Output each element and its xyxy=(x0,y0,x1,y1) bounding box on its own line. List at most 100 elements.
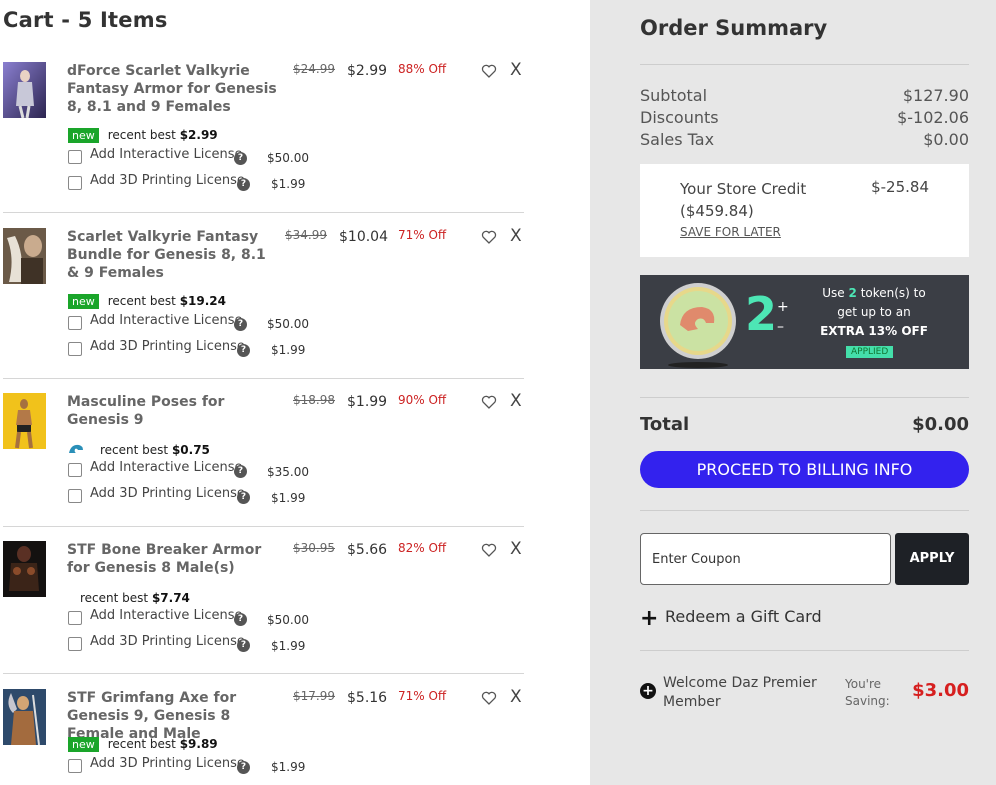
product-thumbnail[interactable] xyxy=(3,62,46,118)
premier-member-label[interactable]: Welcome Daz Premier Member xyxy=(663,674,823,712)
recent-best: new recent best $2.99 xyxy=(68,128,218,143)
item-divider xyxy=(3,673,524,674)
cart-panel: Cart - 5 Items dForce Scarlet Valkyrie F… xyxy=(0,0,590,785)
recent-best-price: $2.99 xyxy=(179,128,218,142)
option-price: $35.00 xyxy=(267,465,309,479)
divider xyxy=(640,510,969,511)
sales-tax-row: Sales Tax $0.00 xyxy=(640,130,969,149)
remove-item-button[interactable]: X xyxy=(510,226,522,246)
printing-license-checkbox[interactable] xyxy=(68,342,82,356)
product-thumbnail[interactable] xyxy=(3,541,46,597)
printing-license-checkbox[interactable] xyxy=(68,759,82,773)
cart-item: dForce Scarlet Valkyrie Fantasy Armor fo… xyxy=(3,60,524,202)
option-label: Add Interactive License xyxy=(90,608,243,623)
help-icon[interactable]: ? xyxy=(237,639,250,652)
discounts-value: $-102.06 xyxy=(897,108,969,127)
coupon-input[interactable] xyxy=(640,533,891,585)
option-price: $50.00 xyxy=(267,317,309,331)
token-promo-banner: 2 + – Use 2 token(s) to get up to an EXT… xyxy=(640,275,969,369)
interactive-license-checkbox[interactable] xyxy=(68,611,82,625)
help-icon[interactable]: ? xyxy=(237,344,250,357)
option-price: $1.99 xyxy=(271,343,306,357)
original-price: $30.95 xyxy=(293,541,335,555)
product-name[interactable]: Scarlet Valkyrie Fantasy Bundle for Gene… xyxy=(67,228,279,282)
order-summary-title: Order Summary xyxy=(640,16,828,40)
option-label: Add 3D Printing License xyxy=(90,173,245,188)
cart-item: STF Grimfang Axe for Genesis 9, Genesis … xyxy=(3,687,524,785)
saving-amount: $3.00 xyxy=(912,680,969,701)
redeem-gift-card-link[interactable]: + Redeem a Gift Card xyxy=(640,606,822,631)
sale-price: $1.99 xyxy=(347,394,388,410)
help-icon[interactable]: ? xyxy=(234,613,247,626)
product-name[interactable]: dForce Scarlet Valkyrie Fantasy Armor fo… xyxy=(67,62,279,116)
product-name[interactable]: STF Bone Breaker Armor for Genesis 8 Mal… xyxy=(67,541,279,577)
interactive-license-checkbox[interactable] xyxy=(68,150,82,164)
printing-license-checkbox[interactable] xyxy=(68,637,82,651)
option-price: $1.99 xyxy=(271,639,306,653)
token-decrease-button[interactable]: – xyxy=(777,319,784,335)
token-description: Use 2 token(s) to get up to an EXTRA 13%… xyxy=(820,286,928,338)
product-thumbnail[interactable] xyxy=(3,228,46,284)
expand-plus-circle-icon[interactable]: + xyxy=(640,683,656,699)
printing-license-checkbox[interactable] xyxy=(68,489,82,503)
option-label: Add Interactive License xyxy=(90,147,243,162)
divider xyxy=(640,650,969,651)
discounts-row: Discounts $-102.06 xyxy=(640,108,969,127)
product-thumbnail[interactable] xyxy=(3,393,46,449)
original-price: $34.99 xyxy=(285,228,327,242)
remove-item-button[interactable]: X xyxy=(510,60,522,80)
option-price: $50.00 xyxy=(267,613,309,627)
option-label: Add Interactive License xyxy=(90,313,243,328)
divider xyxy=(640,64,969,65)
item-divider xyxy=(3,378,524,379)
help-icon[interactable]: ? xyxy=(234,465,247,478)
store-credit-value: $-25.84 xyxy=(871,178,929,196)
discount-percent: 88% Off xyxy=(398,62,447,76)
token-increase-button[interactable]: + xyxy=(777,299,789,315)
saving-label: You're Saving: xyxy=(845,677,890,708)
new-badge: new xyxy=(68,737,99,752)
proceed-to-billing-button[interactable]: PROCEED TO BILLING INFO xyxy=(640,451,969,488)
new-badge: new xyxy=(68,294,99,309)
product-thumbnail[interactable] xyxy=(3,689,46,745)
recent-best: new recent best $9.89 xyxy=(68,737,218,752)
product-name[interactable]: STF Grimfang Axe for Genesis 9, Genesis … xyxy=(67,689,279,743)
help-icon[interactable]: ? xyxy=(237,761,250,774)
interactive-license-checkbox[interactable] xyxy=(68,316,82,330)
subtotal-row: Subtotal $127.90 xyxy=(640,86,969,105)
order-summary-panel: Order Summary Subtotal $127.90 Discounts… xyxy=(590,0,996,785)
remove-item-button[interactable]: X xyxy=(510,391,522,411)
sale-price: $2.99 xyxy=(347,63,388,79)
wishlist-heart-icon[interactable] xyxy=(481,229,497,245)
recent-best-price: $9.89 xyxy=(179,737,218,751)
help-icon[interactable]: ? xyxy=(234,152,247,165)
remove-item-button[interactable]: X xyxy=(510,539,522,559)
wishlist-heart-icon[interactable] xyxy=(481,63,497,79)
help-icon[interactable]: ? xyxy=(234,318,247,331)
item-divider xyxy=(3,212,524,213)
sale-price: $5.16 xyxy=(347,690,388,706)
wishlist-heart-icon[interactable] xyxy=(481,394,497,410)
help-icon[interactable]: ? xyxy=(237,178,250,191)
printing-license-checkbox[interactable] xyxy=(68,176,82,190)
option-label: Add 3D Printing License xyxy=(90,756,245,771)
token-count: 2 xyxy=(745,287,778,341)
wishlist-heart-icon[interactable] xyxy=(481,542,497,558)
interactive-license-checkbox[interactable] xyxy=(68,463,82,477)
remove-item-button[interactable]: X xyxy=(510,687,522,707)
wishlist-heart-icon[interactable] xyxy=(481,690,497,706)
subtotal-value: $127.90 xyxy=(902,86,969,105)
save-for-later-link[interactable]: SAVE FOR LATER xyxy=(680,225,781,239)
total-label: Total xyxy=(640,414,690,435)
option-label: Add Interactive License xyxy=(90,460,243,475)
discount-percent: 90% Off xyxy=(398,393,447,407)
product-name[interactable]: Masculine Poses for Genesis 9 xyxy=(67,393,279,429)
help-icon[interactable]: ? xyxy=(237,491,250,504)
option-price: $1.99 xyxy=(271,491,306,505)
recent-best-price: $7.74 xyxy=(151,591,190,605)
option-label: Add 3D Printing License xyxy=(90,634,245,649)
option-label: Add 3D Printing License xyxy=(90,486,245,501)
apply-coupon-button[interactable]: APPLY xyxy=(895,533,969,585)
subtotal-label: Subtotal xyxy=(640,86,708,105)
original-price: $17.99 xyxy=(293,689,335,703)
